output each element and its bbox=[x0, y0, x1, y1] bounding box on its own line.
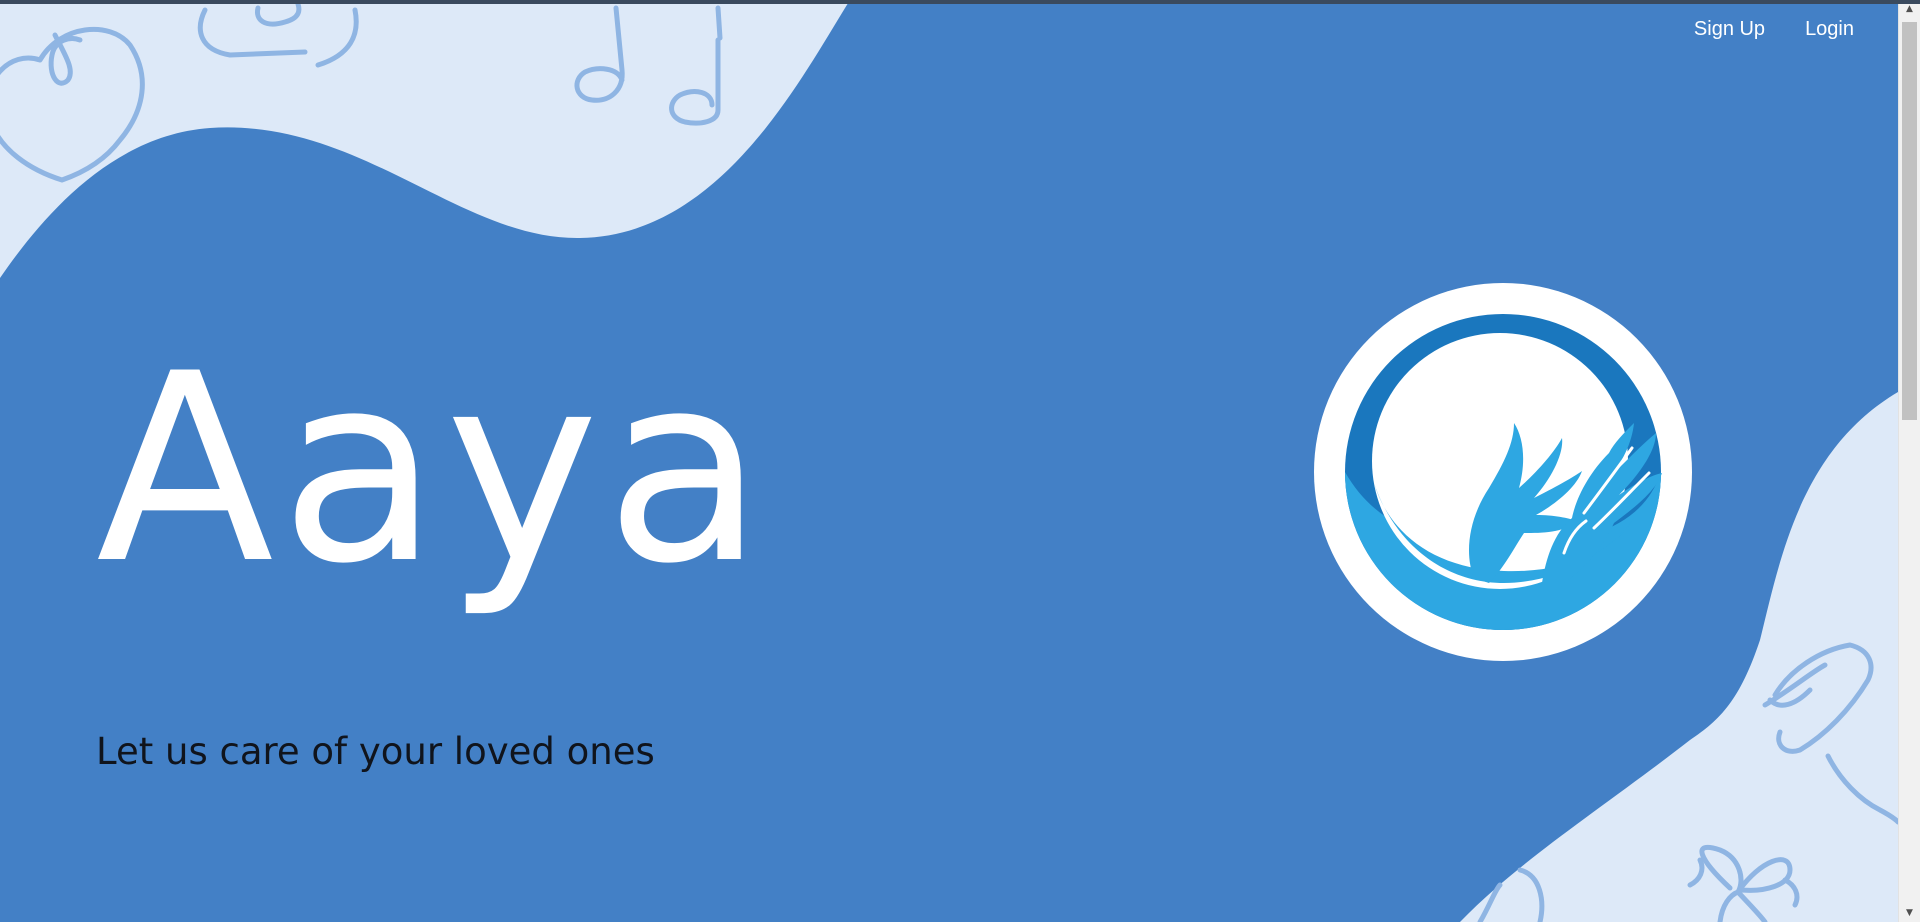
box-doodle bbox=[197, 7, 359, 68]
hero-section: Sign Up Login Aaya Let us care of your l… bbox=[0, 0, 1898, 922]
box-knot-doodle bbox=[254, 1, 302, 27]
vertical-scrollbar[interactable]: ▲ ▼ bbox=[1898, 0, 1920, 922]
sign-up-link[interactable]: Sign Up bbox=[1694, 18, 1765, 41]
ribbon-doodle bbox=[1772, 642, 1874, 754]
brand-title: Aaya bbox=[96, 319, 771, 621]
curl-doodle bbox=[1825, 753, 1898, 825]
login-link[interactable]: Login bbox=[1805, 18, 1854, 41]
music-note-doodle-1 bbox=[574, 5, 625, 103]
caring-hands-circle-icon bbox=[1314, 283, 1692, 661]
scroll-thumb[interactable] bbox=[1902, 22, 1917, 420]
browser-top-edge bbox=[0, 0, 1920, 4]
bow-doodle bbox=[1699, 844, 1793, 922]
top-nav: Sign Up Login bbox=[1694, 18, 1854, 41]
scroll-down-arrow-icon[interactable]: ▼ bbox=[1899, 904, 1920, 922]
tagline: Let us care of your loved ones bbox=[96, 730, 655, 773]
music-note-doodle-2 bbox=[669, 5, 723, 126]
